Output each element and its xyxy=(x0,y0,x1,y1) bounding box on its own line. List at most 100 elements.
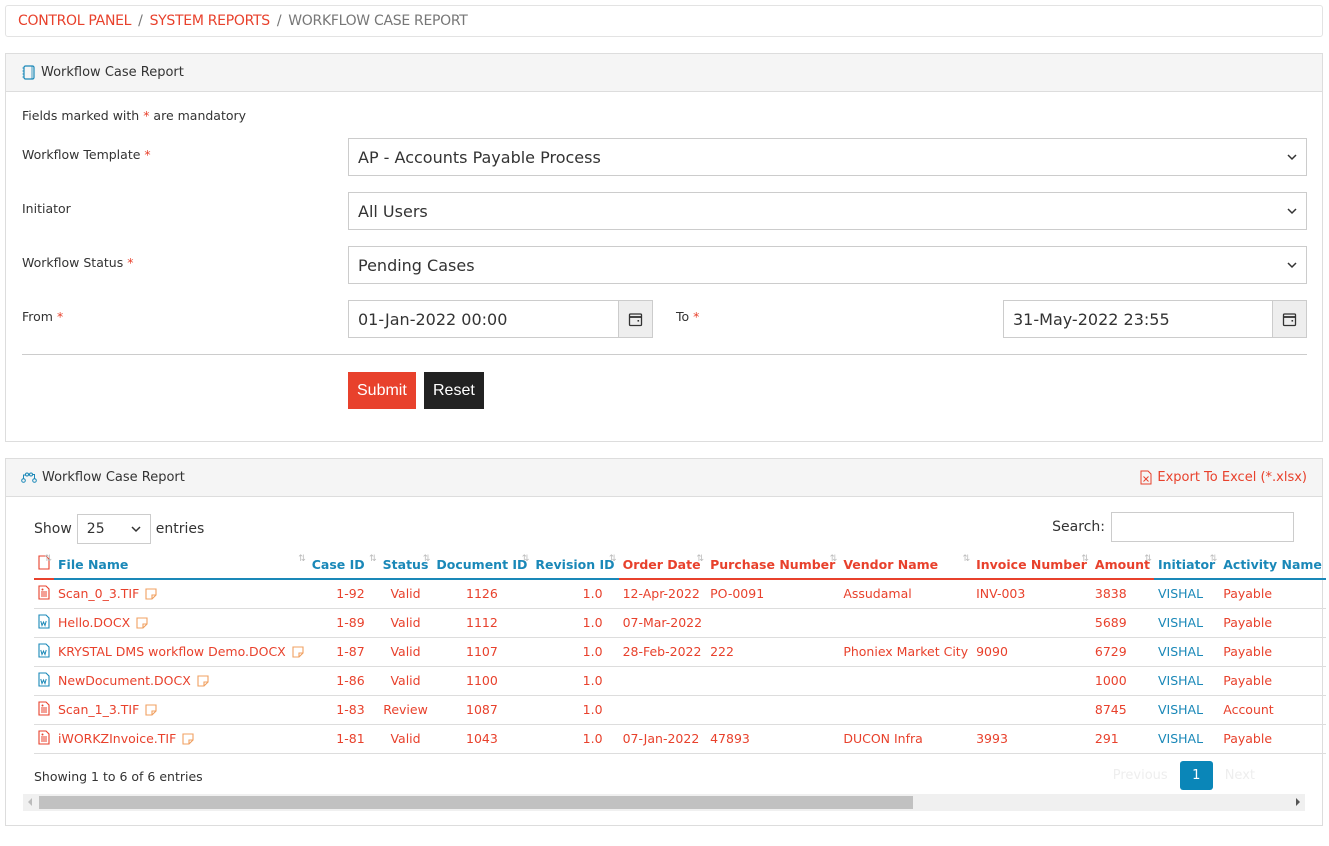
file-name-cell[interactable]: Hello.DOCX xyxy=(54,608,308,638)
file-name-link[interactable]: Scan_1_3.TIF xyxy=(58,702,139,717)
calendar-icon xyxy=(628,312,643,326)
column-header-revision-id[interactable]: Revision ID ⇅ xyxy=(531,550,619,580)
from-label: From * xyxy=(22,309,64,324)
invoice-number-cell xyxy=(972,666,1091,696)
breadcrumb-separator: / xyxy=(138,13,143,29)
search-label: Search: xyxy=(1052,519,1105,535)
tif-file-icon[interactable] xyxy=(34,579,54,609)
sort-icon: ⇅ xyxy=(1209,554,1218,564)
note-icon[interactable] xyxy=(182,732,194,745)
note-icon[interactable] xyxy=(145,703,157,716)
workflow-icon xyxy=(21,472,37,484)
column-header-file-name[interactable]: File Name ⇅ xyxy=(54,550,308,580)
invoice-number-cell: 3993 xyxy=(972,724,1091,754)
column-header-invoice-number[interactable]: Invoice Number ⇅ xyxy=(972,550,1091,580)
document-id-cell: 1112 xyxy=(432,608,532,638)
scroll-right-arrow-icon[interactable] xyxy=(1296,798,1300,806)
workflow-template-select[interactable]: AP - Accounts Payable Process xyxy=(348,138,1307,176)
column-header-amount[interactable]: Amount ⇅ xyxy=(1090,550,1154,580)
search-control: Search: xyxy=(1052,512,1294,542)
status-cell: Valid xyxy=(378,666,433,696)
file-name-link[interactable]: KRYSTAL DMS workflow Demo.DOCX xyxy=(58,644,286,659)
activity-name-cell: Payable xyxy=(1219,666,1326,696)
breadcrumb-control-panel[interactable]: CONTROL PANEL xyxy=(18,13,131,29)
next-page-button[interactable]: Next xyxy=(1213,768,1267,783)
note-icon[interactable] xyxy=(145,588,157,600)
workflow-status-select[interactable]: Pending Cases xyxy=(348,246,1307,284)
table-row[interactable]: NewDocument.DOCX 1-86 Valid 1100 1.0 1000 VISH… xyxy=(34,666,1326,696)
to-calendar-button[interactable] xyxy=(1272,301,1306,337)
table-row[interactable]: Scan_1_3.TIF 1-83 Review 1087 1.0 8745 VISHAL A… xyxy=(34,695,1326,725)
to-date-value[interactable]: 31-May-2022 23:55 xyxy=(1004,301,1272,337)
revision-id-cell: 1.0 xyxy=(531,724,619,754)
export-excel-label: Export To Excel (*.xlsx) xyxy=(1157,470,1307,485)
previous-page-button[interactable]: Previous xyxy=(1101,768,1180,783)
scrollbar-thumb[interactable] xyxy=(39,796,913,809)
horizontal-scrollbar[interactable] xyxy=(23,794,1305,811)
column-header-order-date[interactable]: Order Date ⇅ xyxy=(618,550,707,580)
file-name-link[interactable]: iWORKZInvoice.TIF xyxy=(58,731,176,746)
column-header-document-id[interactable]: Document ID ⇅ xyxy=(432,550,532,580)
status-cell: Valid xyxy=(378,724,433,754)
column-header-vendor-name[interactable]: Vendor Name ⇅ xyxy=(839,550,973,580)
from-date-input[interactable]: 01-Jan-2022 00:00 xyxy=(348,300,653,338)
revision-id-cell: 1.0 xyxy=(531,666,619,696)
sort-icon: ⇅ xyxy=(1144,554,1152,564)
from-calendar-button[interactable] xyxy=(618,301,652,337)
export-excel-link[interactable]: Export To Excel (*.xlsx) xyxy=(1140,470,1307,485)
table-row[interactable]: Scan_0_3.TIF 1-92 Valid 1126 1.0 12-Apr-2022 P… xyxy=(34,579,1326,609)
column-header-file-type[interactable]: ⇅ xyxy=(34,550,54,580)
column-header-initiator[interactable]: Initiator ⇅ xyxy=(1153,550,1220,580)
file-name-link[interactable]: NewDocument.DOCX xyxy=(58,673,191,688)
to-date-input[interactable]: 31-May-2022 23:55 xyxy=(1003,300,1307,338)
scroll-left-arrow-icon[interactable] xyxy=(28,798,32,806)
word-file-icon[interactable] xyxy=(34,608,54,638)
file-name-cell[interactable]: iWORKZInvoice.TIF xyxy=(54,724,308,754)
page-length-select[interactable]: 25 xyxy=(76,514,151,544)
file-name-link[interactable]: Scan_0_3.TIF xyxy=(58,586,139,601)
to-label: To * xyxy=(676,309,700,324)
reset-button[interactable]: Reset xyxy=(424,372,484,409)
results-panel: Workflow Case Report Export To Excel (*.… xyxy=(5,458,1326,826)
file-name-cell[interactable]: NewDocument.DOCX xyxy=(54,666,308,696)
vendor-name-cell: Assudamal xyxy=(839,579,973,609)
breadcrumb-separator: / xyxy=(276,13,282,29)
calendar-icon xyxy=(1282,312,1297,326)
note-icon[interactable] xyxy=(136,616,148,629)
note-icon[interactable] xyxy=(292,645,304,658)
file-name-cell[interactable]: Scan_0_3.TIF xyxy=(54,579,308,609)
from-date-value[interactable]: 01-Jan-2022 00:00 xyxy=(349,301,618,337)
initiator-cell: VISHAL xyxy=(1153,579,1220,609)
column-header-case-id[interactable]: Case ID ⇅ xyxy=(307,550,379,580)
column-header-activity-name[interactable]: Activity Name xyxy=(1219,550,1326,580)
initiator-select[interactable]: All Users xyxy=(348,192,1307,230)
table-row[interactable]: iWORKZInvoice.TIF 1-81 Valid 1043 1.0 07-Jan-… xyxy=(34,724,1326,754)
document-id-cell: 1087 xyxy=(432,695,532,725)
page-1-button[interactable]: 1 xyxy=(1179,761,1213,790)
table-row[interactable]: Hello.DOCX 1-89 Valid 1112 1.0 07-Mar-2022 568… xyxy=(34,608,1326,638)
vendor-name-cell: Phoniex Market City xyxy=(839,637,973,667)
purchase-number-cell xyxy=(706,695,840,725)
column-header-purchase-number[interactable]: Purchase Number ⇅ xyxy=(706,550,840,580)
show-label: Show xyxy=(34,521,72,537)
note-icon[interactable] xyxy=(197,674,209,687)
breadcrumb-system-reports[interactable]: SYSTEM REPORTS xyxy=(150,13,271,29)
chevron-down-icon xyxy=(1287,154,1297,161)
table-row[interactable]: KRYSTAL DMS workflow Demo.DOCX 1-87 Valid 1… xyxy=(34,637,1326,667)
file-name-link[interactable]: Hello.DOCX xyxy=(58,615,130,630)
submit-button[interactable]: Submit xyxy=(348,372,416,409)
order-date-cell: 12-Apr-2022 xyxy=(618,579,707,609)
revision-id-cell: 1.0 xyxy=(531,579,619,609)
search-input[interactable] xyxy=(1111,512,1294,542)
word-file-icon[interactable] xyxy=(34,637,54,667)
amount-cell: 6729 xyxy=(1090,637,1154,667)
tif-file-icon[interactable] xyxy=(34,724,54,754)
file-name-cell[interactable]: Scan_1_3.TIF xyxy=(54,695,308,725)
order-date-cell: 28-Feb-2022 xyxy=(618,637,707,667)
word-file-icon[interactable] xyxy=(34,666,54,696)
activity-name-cell: Payable xyxy=(1219,579,1326,609)
file-name-cell[interactable]: KRYSTAL DMS workflow Demo.DOCX xyxy=(54,637,308,667)
column-header-status[interactable]: Status ⇅ xyxy=(378,550,433,580)
tif-file-icon[interactable] xyxy=(34,695,54,725)
entries-label: entries xyxy=(155,521,205,537)
